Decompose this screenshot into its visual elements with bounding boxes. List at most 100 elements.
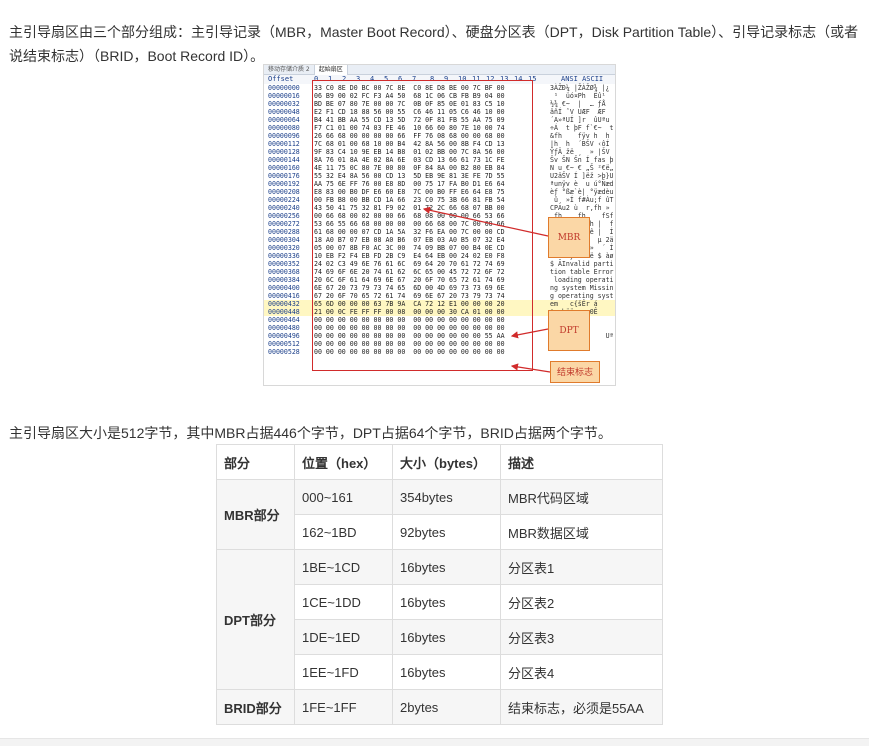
hex-ascii: U2äŠV Í ]ëž >þ}U	[550, 172, 614, 180]
cell-description: 结束标志，必须是55AA	[500, 689, 663, 725]
cell-description: MBR数据区域	[500, 514, 663, 550]
table-row: DPT部分 1BE~1CD 16bytes 分区表1	[216, 549, 663, 690]
hex-offset: 00000112	[268, 140, 300, 148]
callout-mbr: MBR	[548, 217, 590, 258]
hex-offset: 00000096	[268, 132, 300, 140]
cell-position: 1EE~1FD	[294, 654, 393, 690]
hex-bytes: 20 6C 6F 61 64 69 6E 67 20 6F 70 65 72 6…	[314, 276, 505, 284]
hex-bytes: 33 C0 8E D0 BC 00 7C 8E C0 8E D8 BE 00 7…	[314, 84, 505, 92]
hex-row: 00000400 6E 67 20 73 79 73 74 65 6D 00 4D…	[264, 284, 615, 292]
hex-row: 00000048 E2 F1 CD 18 88 56 00 55 C6 46 11…	[264, 108, 615, 116]
tab-removable-media[interactable]: 移动存储介质 2	[264, 65, 314, 75]
cell-size: 354bytes	[392, 479, 501, 515]
hex-bytes: F7 C1 01 00 74 03 FE 46 10 66 60 80 7E 1…	[314, 124, 505, 132]
hex-row: 00000208 E8 83 00 B0 DF E6 60 E8 7C 00 B0…	[264, 188, 615, 196]
hex-offset: 00000224	[268, 196, 300, 204]
hex-row: 00000080 F7 C1 01 00 74 03 FE 46 10 66 60…	[264, 124, 615, 132]
cell-position: 162~1BD	[294, 514, 393, 550]
hex-ascii: &fh fÿv h h	[550, 132, 610, 140]
header-description: 描述	[500, 444, 663, 480]
cell-position: 1FE~1FF	[294, 689, 393, 725]
column-index: 14	[514, 75, 523, 83]
hex-ascii: ¹ üó¤Ph Ëû¹	[550, 92, 606, 100]
column-index: 6	[398, 75, 403, 83]
hex-offset: 00000160	[268, 164, 300, 172]
hex-ascii: N u €~ € „Š ²€ë„	[550, 164, 614, 172]
cell-size: 2bytes	[392, 689, 501, 725]
hex-bytes: 00 00 00 00 00 00 00 00 00 00 00 00 00 0…	[314, 324, 505, 332]
hex-bytes: 61 68 00 00 07 CD 1A 5A 32 F6 EA 00 7C 0…	[314, 228, 505, 236]
hex-ascii: $ ÃInvalid parti	[550, 260, 614, 268]
hex-offset: 00000448	[268, 308, 300, 316]
hex-offset: 00000416	[268, 292, 300, 300]
column-index: 9	[444, 75, 449, 83]
tab-start-sector[interactable]: 起始扇区	[313, 65, 348, 75]
hex-bytes: 18 A0 B7 07 EB 08 A0 B6 07 EB 03 A0 B5 0…	[314, 236, 505, 244]
hex-row: 00000064 B4 41 BB AA 55 CD 13 5D 72 0F 81…	[264, 116, 615, 124]
hex-bytes: 24 02 C3 49 6E 76 61 6C 69 64 20 70 61 7…	[314, 260, 505, 268]
hex-bytes: E8 83 00 B0 DF E6 60 E8 7C 00 B0 FF E6 6…	[314, 188, 505, 196]
hex-bytes: 8A 76 01 8A 4E 02 8A 6E 03 CD 13 66 61 7…	[314, 156, 505, 164]
hex-bytes: 10 EB F2 F4 EB FD 2B C9 E4 64 EB 00 24 0…	[314, 252, 505, 260]
hex-offset: 00000432	[268, 300, 300, 308]
column-index: 12	[486, 75, 495, 83]
group-mbr: MBR部分	[216, 479, 295, 550]
column-index: 5	[384, 75, 389, 83]
cell-description: 分区表2	[500, 584, 663, 620]
hex-offset: 00000032	[268, 100, 300, 108]
hex-bytes: 67 20 6F 70 65 72 61 74 69 6E 67 20 73 7…	[314, 292, 505, 300]
hex-offset: 00000304	[268, 236, 300, 244]
cell-size: 16bytes	[392, 549, 501, 585]
column-index: 10	[458, 75, 467, 83]
group-brid: BRID部分	[216, 689, 295, 725]
hex-bytes: AA 75 6E FF 76 00 E8 8D 00 75 17 FA B0 D…	[314, 180, 505, 188]
cell-position: 000~161	[294, 479, 393, 515]
summary-paragraph: 主引导扇区大小是512字节，其中MBR占据446个字节，DPT占据64个字节，B…	[9, 425, 612, 441]
hex-ascii: 3ÀŽÐ¼ |ŽÀŽØ¾ |¿	[550, 84, 610, 92]
hex-row: 00000240 43 50 41 75 32 81 F9 02 01 72 2C…	[264, 204, 615, 212]
hex-bytes: 00 00 00 00 00 00 00 00 00 00 00 00 00 0…	[314, 348, 505, 356]
hex-row: 00000368 74 69 6F 6E 20 74 61 62 6C 65 00…	[264, 268, 615, 276]
hex-offset: 00000512	[268, 340, 300, 348]
hex-bytes: 6E 67 20 73 79 73 74 65 6D 00 4D 69 73 7…	[314, 284, 505, 292]
hex-offset: 00000240	[268, 204, 300, 212]
hex-bytes: 26 66 68 00 00 00 00 66 FF 76 08 68 00 0…	[314, 132, 505, 140]
hex-ascii: |h h ´BŠV ‹ôÍ	[550, 140, 610, 148]
hex-row: 00000128 9F 83 C4 10 9E EB 14 B8 01 02 BB…	[264, 148, 615, 156]
hex-offset: 00000128	[268, 148, 300, 156]
cell-size: 16bytes	[392, 619, 501, 655]
hex-offset: 00000064	[268, 116, 300, 124]
hex-bytes: 55 32 E4 8A 56 00 CD 13 5D EB 9E 81 3E F…	[314, 172, 505, 180]
hex-bytes: 21 00 0C FE FF FF 00 08 00 00 00 30 CA 0…	[314, 308, 505, 316]
hex-offset: 00000000	[268, 84, 300, 92]
column-index: 0	[314, 75, 319, 83]
hex-offset: 00000496	[268, 332, 300, 340]
hex-ascii: ng system Missin	[550, 284, 614, 292]
boot-sector-regions-table: 部分 位置（hex） 大小（bytes） 描述 MBR部分 000~161 35…	[216, 444, 663, 725]
hex-ascii: ŸƒÄ žë ¸ » |ŠV	[550, 148, 610, 156]
hex-offset: 00000048	[268, 108, 300, 116]
hex-ascii: û¸ »Í f#Àu;f ûT	[550, 196, 614, 204]
column-index: 7	[412, 75, 417, 83]
hex-bytes: BD BE 07 80 7E 00 00 7C 0B 0F 85 0E 01 8…	[314, 100, 505, 108]
hex-offset: 00000288	[268, 228, 300, 236]
hex-bytes: 00 00 00 00 00 00 00 00 00 00 00 00 00 0…	[314, 340, 505, 348]
hex-row: 00000432 65 6D 00 00 00 63 7B 9A CA 72 12…	[264, 300, 615, 308]
hex-bytes: 7C 68 01 00 68 10 00 B4 42 8A 56 00 8B F…	[314, 140, 505, 148]
cell-description: 分区表3	[500, 619, 663, 655]
callout-dpt: DPT	[548, 310, 590, 351]
table-row: BRID部分 1FE~1FF 2bytes 结束标志，必须是55AA	[216, 689, 663, 725]
hex-column-header: Offset 0 1 2 3 4 5 6 7 8 9 10 11 12 13 14 15 ANSI ASCII	[264, 75, 615, 84]
offset-header: Offset	[268, 75, 294, 83]
cell-size: 16bytes	[392, 584, 501, 620]
hex-offset: 00000384	[268, 276, 300, 284]
hex-offset: 00000480	[268, 324, 300, 332]
cell-position: 1CE~1DD	[294, 584, 393, 620]
cell-description: 分区表4	[500, 654, 663, 690]
hex-offset: 00000464	[268, 316, 300, 324]
hex-row: 00000032 BD BE 07 80 7E 00 00 7C 0B 0F 85…	[264, 100, 615, 108]
page-bottom-divider	[0, 738, 869, 746]
hex-offset: 00000336	[268, 252, 300, 260]
hex-row: 00000016 06 B9 00 02 FC F3 A4 50 68 1C 06…	[264, 92, 615, 100]
column-index: 3	[356, 75, 361, 83]
